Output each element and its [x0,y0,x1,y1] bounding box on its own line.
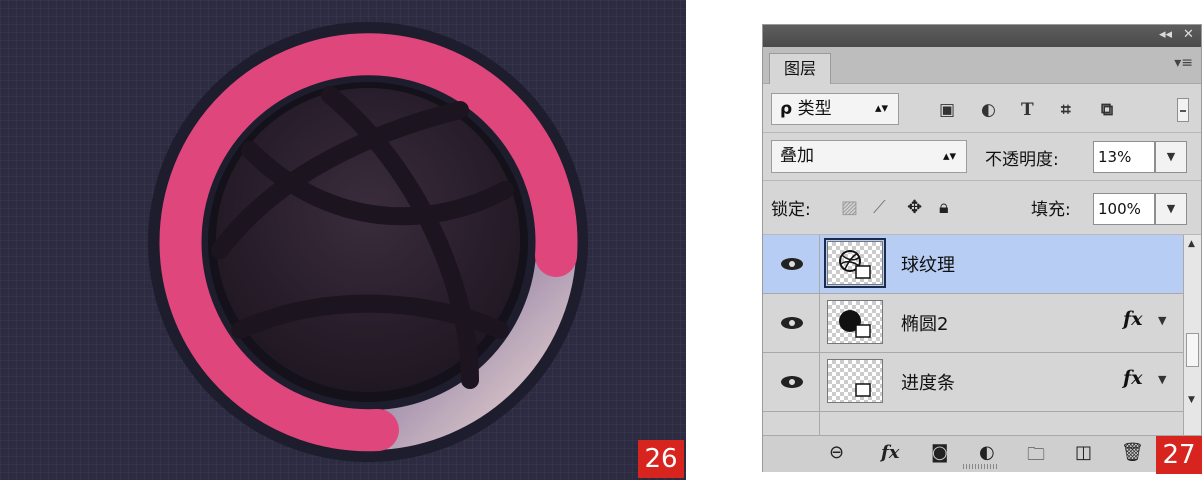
panel-title-bar: ◂◂ ✕ [763,25,1201,47]
layer-row[interactable]: 球纹理 [763,235,1183,294]
link-icon[interactable]: ⊖ [829,442,844,463]
scroll-down-icon[interactable]: ▼ [1188,395,1195,405]
panel-bottom-toolbar: ⊖ fx ◙ ◐ 🗀 ◫ 🗑︎ [763,435,1201,472]
trash-icon[interactable]: 🗑︎ [1121,442,1144,463]
column-divider [819,353,820,411]
dribbble-progress-illustration: 26 [0,0,686,480]
scroll-thumb[interactable] [1186,333,1199,367]
layers-panel: ◂◂ ✕ 图层 ▾≡ ρ 类型 ▴▾ ▣ ◐ T ⌗ ⧉ 叠加 ▴▾ 不透明度:… [762,24,1202,472]
layer-name[interactable]: 进度条 [901,369,955,395]
eye-icon[interactable] [779,313,805,333]
resize-grip[interactable] [963,464,999,469]
fill-label: 填充: [1031,200,1071,220]
opacity-field[interactable]: 13% [1093,141,1155,173]
fill-dropdown-button[interactable]: ▼ [1155,193,1187,225]
lock-transparency-icon[interactable]: ▨ [841,197,858,218]
column-divider [819,235,820,293]
layer-effects-badge[interactable]: fx [1123,308,1143,330]
opacity-label: 不透明度: [985,150,1059,170]
column-divider [819,412,820,435]
blend-mode-select[interactable]: 叠加 ▴▾ [771,140,967,173]
close-icon[interactable]: ✕ [1183,27,1194,42]
layer-effects-badge[interactable]: fx [1123,367,1143,389]
lock-label: 锁定: [771,200,811,220]
lock-all-icon[interactable]: 🔒︎ [939,197,949,218]
layer-name[interactable]: 球纹理 [901,251,955,277]
opacity-dropdown-button[interactable]: ▼ [1155,141,1187,173]
collapse-icon[interactable]: ◂◂ [1159,27,1172,42]
adjustment-icon[interactable]: ◐ [979,442,995,463]
image-filter-icon[interactable]: ▣ [939,100,955,120]
mask-icon[interactable]: ◙ [931,442,948,463]
fill-field[interactable]: 100% [1093,193,1155,225]
layer-list-scrollbar[interactable]: ▲ ▼ [1183,235,1201,435]
folder-icon[interactable]: 🗀 [1027,442,1045,472]
figure-number-badge: 27 [1156,436,1202,474]
layer-thumbnail[interactable] [827,300,883,344]
panel-tab-row: 图层 ▾≡ [763,47,1201,84]
filter-type-label: 类型 [797,99,832,119]
blend-mode-value: 叠加 [780,146,814,166]
adjustment-filter-icon[interactable]: ◐ [981,100,996,120]
progress-ring-artwork [148,22,588,462]
search-icon: ρ [780,99,793,119]
scroll-up-icon[interactable]: ▲ [1188,239,1195,249]
lock-row: 锁定: ▨ ⟋ ✥ 🔒︎ 填充: 100% ▼ [763,181,1201,235]
lock-pixels-icon[interactable]: ⟋ [873,197,886,218]
new-layer-icon[interactable]: ◫ [1075,442,1092,463]
layer-thumbnail[interactable] [824,238,886,288]
eye-icon[interactable] [779,372,805,392]
figure-number-badge: 26 [638,440,684,478]
layer-thumbnail[interactable] [827,359,883,403]
type-filter-icon[interactable]: T [1021,100,1034,120]
blend-row: 叠加 ▴▾ 不透明度: 13% ▼ [763,133,1201,181]
eye-icon[interactable] [779,254,805,274]
lock-position-icon[interactable]: ✥ [907,197,922,218]
tab-layers[interactable]: 图层 [769,53,831,84]
filter-toggle-switch[interactable] [1177,98,1189,122]
filter-type-select[interactable]: ρ 类型 ▴▾ [771,93,899,125]
panel-menu-icon[interactable]: ▾≡ [1174,55,1193,71]
layer-row[interactable] [763,412,1183,435]
expand-effects-icon[interactable]: ▼ [1158,373,1166,386]
smart-object-filter-icon[interactable]: ⧉ [1101,100,1113,120]
expand-effects-icon[interactable]: ▼ [1158,314,1166,327]
layer-list: 球纹理 椭圆2 fx ▼ 进度条 fx ▼ ▲ ▼ [763,235,1201,435]
column-divider [819,294,820,352]
layer-name[interactable]: 椭圆2 [901,310,948,336]
updown-arrow-icon: ▴▾ [942,149,956,164]
filter-row: ρ 类型 ▴▾ ▣ ◐ T ⌗ ⧉ [763,84,1201,133]
layer-row[interactable]: 椭圆2 fx ▼ [763,294,1183,353]
fx-icon[interactable]: fx [881,442,899,463]
layer-row[interactable]: 进度条 fx ▼ [763,353,1183,412]
shape-filter-icon[interactable]: ⌗ [1061,100,1071,120]
updown-arrow-icon: ▴▾ [874,101,888,116]
